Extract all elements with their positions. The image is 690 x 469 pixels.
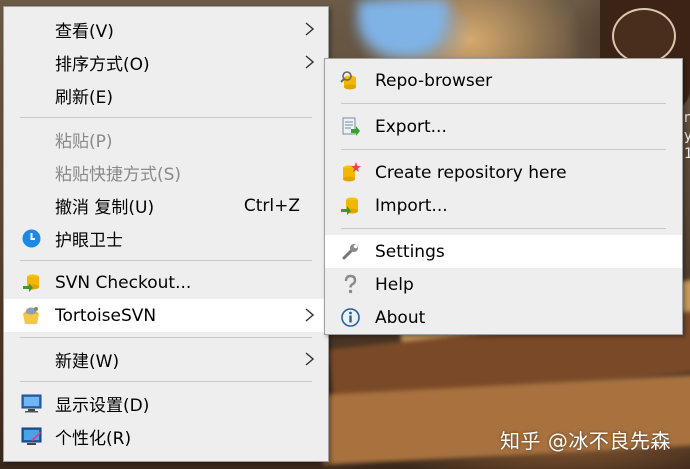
desktop-side-text: y xyxy=(684,128,690,144)
menu-item-label: 护眼卫士 xyxy=(55,231,123,251)
desktop-side-text: 1 xyxy=(684,146,690,162)
menu-item-personalize[interactable]: 个性化(R) xyxy=(4,420,328,453)
desktop-side-text: n xyxy=(684,110,690,126)
menu-item-label: 新建(W) xyxy=(55,352,120,372)
menu-separator xyxy=(341,149,666,150)
menu-item-label: 显示设置(D) xyxy=(55,396,150,416)
menu-item-label: Help xyxy=(375,274,414,295)
create-repository-icon xyxy=(343,162,361,182)
menu-separator xyxy=(341,228,666,229)
export-icon xyxy=(342,117,360,136)
menu-item-repo-browser[interactable]: Repo-browser xyxy=(325,64,682,97)
menu-item-sort[interactable]: 排序方式(O) xyxy=(4,46,328,79)
chevron-right-icon xyxy=(305,22,314,36)
menu-item-new[interactable]: 新建(W) xyxy=(4,343,328,376)
menu-item-label: TortoiseSVN xyxy=(55,305,157,326)
menu-separator xyxy=(20,337,312,338)
menu-item-create-repository[interactable]: Create repository here xyxy=(325,156,682,189)
menu-item-label: 粘贴快捷方式(S) xyxy=(55,165,182,185)
menu-item-help[interactable]: Help xyxy=(325,268,682,301)
repo-browser-icon xyxy=(340,71,356,90)
menu-item-label: Import... xyxy=(375,195,448,216)
menu-item-paste-shortcut[interactable]: 粘贴快捷方式(S) xyxy=(4,156,328,189)
menu-item-label: Export... xyxy=(375,116,447,137)
menu-item-undo-copy[interactable]: 撤消 复制(U) Ctrl+Z xyxy=(4,189,328,222)
svn-checkout-icon xyxy=(23,274,39,292)
menu-item-label: 撤消 复制(U) xyxy=(55,198,155,218)
menu-item-export[interactable]: Export... xyxy=(325,110,682,143)
personalize-icon xyxy=(21,427,42,445)
wrench-icon xyxy=(342,244,358,260)
menu-item-eye-guard[interactable]: 护眼卫士 xyxy=(4,222,328,255)
menu-item-tortoisesvn[interactable]: TortoiseSVN xyxy=(4,299,328,332)
tortoisesvn-submenu: Repo-browser Export... Create repository… xyxy=(324,58,683,335)
chevron-right-icon xyxy=(305,352,314,366)
keyboard-shortcut: Ctrl+Z xyxy=(243,195,300,216)
display-settings-icon xyxy=(21,394,42,413)
chevron-right-icon xyxy=(305,308,314,322)
watermark: 知乎 @冰不良先森 xyxy=(500,429,671,453)
desktop-context-menu: 查看(V) 排序方式(O) 刷新(E) 粘贴(P) 粘贴快捷方式(S) 撤消 复… xyxy=(3,6,329,462)
menu-separator xyxy=(20,381,312,382)
menu-item-label: 刷新(E) xyxy=(55,88,114,108)
background-lamp xyxy=(358,0,448,55)
menu-item-settings[interactable]: Settings xyxy=(325,235,682,268)
info-icon xyxy=(341,308,360,327)
menu-item-label: 个性化(R) xyxy=(55,429,132,449)
menu-item-label: Create repository here xyxy=(375,162,567,183)
mug-logo xyxy=(612,8,676,64)
menu-item-import[interactable]: Import... xyxy=(325,189,682,222)
menu-item-paste[interactable]: 粘贴(P) xyxy=(4,123,328,156)
menu-item-display-settings[interactable]: 显示设置(D) xyxy=(4,387,328,420)
help-icon xyxy=(344,274,357,294)
menu-item-label: 粘贴(P) xyxy=(55,132,113,152)
import-icon xyxy=(341,197,358,215)
menu-item-label: SVN Checkout... xyxy=(55,272,192,293)
menu-item-about[interactable]: About xyxy=(325,301,682,334)
menu-item-label: Repo-browser xyxy=(375,70,493,91)
menu-item-svn-checkout[interactable]: SVN Checkout... xyxy=(4,266,328,299)
menu-separator xyxy=(341,103,666,104)
menu-item-label: 查看(V) xyxy=(55,22,114,42)
eye-guard-icon xyxy=(22,229,41,248)
menu-item-label: About xyxy=(375,307,426,328)
chevron-right-icon xyxy=(305,55,314,69)
menu-item-label: Settings xyxy=(375,241,445,262)
tortoisesvn-icon xyxy=(23,307,39,324)
menu-separator xyxy=(20,117,312,118)
menu-item-label: 排序方式(O) xyxy=(55,55,150,75)
menu-item-view[interactable]: 查看(V) xyxy=(4,13,328,46)
menu-separator xyxy=(20,260,312,261)
menu-item-refresh[interactable]: 刷新(E) xyxy=(4,79,328,112)
